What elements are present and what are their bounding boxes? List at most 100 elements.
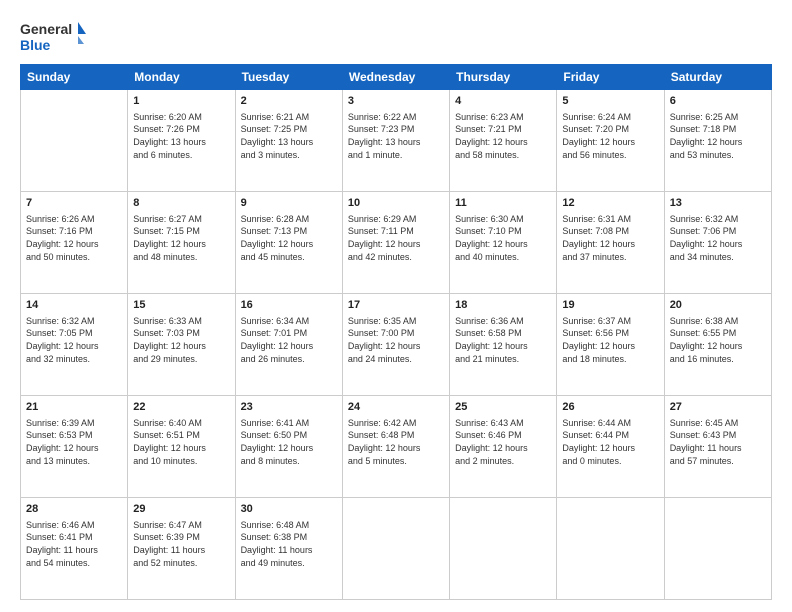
calendar-cell: 25Sunrise: 6:43 AMSunset: 6:46 PMDayligh… <box>450 396 557 498</box>
calendar-cell: 7Sunrise: 6:26 AMSunset: 7:16 PMDaylight… <box>21 192 128 294</box>
day-number: 19 <box>562 298 658 313</box>
cell-info-line: and 0 minutes. <box>562 455 658 468</box>
cell-info-line: and 57 minutes. <box>670 455 766 468</box>
cell-info-line: Daylight: 12 hours <box>562 238 658 251</box>
cell-info-line: and 29 minutes. <box>133 353 229 366</box>
cell-info-line: Sunset: 7:03 PM <box>133 327 229 340</box>
calendar-cell: 30Sunrise: 6:48 AMSunset: 6:38 PMDayligh… <box>235 498 342 600</box>
day-number: 5 <box>562 94 658 109</box>
calendar-cell: 19Sunrise: 6:37 AMSunset: 6:56 PMDayligh… <box>557 294 664 396</box>
cell-info-line: Sunrise: 6:26 AM <box>26 213 122 226</box>
day-number: 6 <box>670 94 766 109</box>
cell-info-line: Daylight: 12 hours <box>670 238 766 251</box>
calendar-cell: 1Sunrise: 6:20 AMSunset: 7:26 PMDaylight… <box>128 90 235 192</box>
cell-info-line: Sunrise: 6:43 AM <box>455 417 551 430</box>
calendar-cell: 29Sunrise: 6:47 AMSunset: 6:39 PMDayligh… <box>128 498 235 600</box>
calendar-cell: 14Sunrise: 6:32 AMSunset: 7:05 PMDayligh… <box>21 294 128 396</box>
cell-info-line: and 16 minutes. <box>670 353 766 366</box>
cell-info-line: Sunset: 7:23 PM <box>348 123 444 136</box>
cell-info-line: Daylight: 12 hours <box>26 238 122 251</box>
cell-info-line: Sunrise: 6:32 AM <box>670 213 766 226</box>
day-number: 16 <box>241 298 337 313</box>
day-number: 9 <box>241 196 337 211</box>
cell-info-line: Sunset: 7:13 PM <box>241 225 337 238</box>
cell-info-line: and 49 minutes. <box>241 557 337 570</box>
calendar-cell: 15 Sunrise: 6:33 AMSunset: 7:03 PMDayligh… <box>128 294 235 396</box>
cell-info-line: and 21 minutes. <box>455 353 551 366</box>
day-number: 4 <box>455 94 551 109</box>
cell-info-line: Daylight: 12 hours <box>562 136 658 149</box>
calendar-cell: 17Sunrise: 6:35 AMSunset: 7:00 PMDayligh… <box>342 294 449 396</box>
day-number: 28 <box>26 502 122 517</box>
cell-info-line: and 3 minutes. <box>241 149 337 162</box>
cell-info-line: Daylight: 12 hours <box>26 442 122 455</box>
cell-info-line: Sunrise: 6:20 AM <box>133 111 229 124</box>
cell-info-line: Sunset: 6:46 PM <box>455 429 551 442</box>
day-number: 10 <box>348 196 444 211</box>
cell-info-line: Sunset: 7:11 PM <box>348 225 444 238</box>
cell-info-line: Sunset: 7:21 PM <box>455 123 551 136</box>
cell-info-line: Daylight: 13 hours <box>348 136 444 149</box>
cell-info-line: Sunrise: 6:30 AM <box>455 213 551 226</box>
cell-info-line: Sunset: 7:16 PM <box>26 225 122 238</box>
cell-info-line: and 13 minutes. <box>26 455 122 468</box>
cell-info-line: and 40 minutes. <box>455 251 551 264</box>
cell-info-line: Daylight: 12 hours <box>133 340 229 353</box>
cell-info-line: and 56 minutes. <box>562 149 658 162</box>
calendar-cell: 10 Sunrise: 6:29 AMSunset: 7:11 PMDayligh… <box>342 192 449 294</box>
cell-info-line: Daylight: 12 hours <box>241 442 337 455</box>
cell-info-line: and 48 minutes. <box>133 251 229 264</box>
cell-info-line: Sunrise: 6:46 AM <box>26 519 122 532</box>
cell-info-line: Daylight: 11 hours <box>241 544 337 557</box>
day-number: 15 <box>133 298 229 313</box>
cell-info-line: Sunrise: 6:39 AM <box>26 417 122 430</box>
cell-info-line: Sunrise: 6:24 AM <box>562 111 658 124</box>
cell-info-line: Sunrise: 6:29 AM <box>348 213 444 226</box>
calendar-cell: 26Sunrise: 6:44 AMSunset: 6:44 PMDayligh… <box>557 396 664 498</box>
cell-info-line: Daylight: 13 hours <box>241 136 337 149</box>
cell-info-line: Daylight: 12 hours <box>348 238 444 251</box>
calendar-cell: 3Sunrise: 6:22 AMSunset: 7:23 PMDaylight… <box>342 90 449 192</box>
cell-info-line: Daylight: 12 hours <box>455 340 551 353</box>
calendar-cell: 8Sunrise: 6:27 AMSunset: 7:15 PMDaylight… <box>128 192 235 294</box>
cell-info-line: Daylight: 11 hours <box>26 544 122 557</box>
calendar-cell: 16Sunrise: 6:34 AMSunset: 7:01 PMDayligh… <box>235 294 342 396</box>
cell-info-line: Sunrise: 6:27 AM <box>133 213 229 226</box>
cell-info-line: and 42 minutes. <box>348 251 444 264</box>
cell-info-line: Sunrise: 6:33 AM <box>133 315 229 328</box>
day-number: 17 <box>348 298 444 313</box>
calendar-cell <box>664 498 771 600</box>
day-number: 23 <box>241 400 337 415</box>
calendar-table: SundayMondayTuesdayWednesdayThursdayFrid… <box>20 64 772 600</box>
cell-info-line: Daylight: 11 hours <box>133 544 229 557</box>
header: General Blue <box>20 16 772 56</box>
cell-info-line: Sunrise: 6:41 AM <box>241 417 337 430</box>
svg-text:General: General <box>20 21 72 37</box>
page: General Blue SundayMondayTuesdayWednesda… <box>0 0 792 612</box>
day-number: 21 <box>26 400 122 415</box>
day-number: 20 <box>670 298 766 313</box>
calendar-week-5: 28Sunrise: 6:46 AMSunset: 6:41 PMDayligh… <box>21 498 772 600</box>
cell-info-line: and 58 minutes. <box>455 149 551 162</box>
cell-info-line: Daylight: 12 hours <box>348 442 444 455</box>
cell-info-line: Sunrise: 6:48 AM <box>241 519 337 532</box>
day-number: 3 <box>348 94 444 109</box>
calendar-cell: 9Sunrise: 6:28 AMSunset: 7:13 PMDaylight… <box>235 192 342 294</box>
cell-info-line: Sunset: 6:58 PM <box>455 327 551 340</box>
day-number: 12 <box>562 196 658 211</box>
cell-info-line: Sunrise: 6:42 AM <box>348 417 444 430</box>
logo: General Blue <box>20 16 90 56</box>
cell-info-line: Daylight: 12 hours <box>133 442 229 455</box>
cell-info-line: and 24 minutes. <box>348 353 444 366</box>
cell-info-line: Daylight: 13 hours <box>133 136 229 149</box>
day-number: 29 <box>133 502 229 517</box>
cell-info-line: Sunset: 7:00 PM <box>348 327 444 340</box>
cell-info-line: Daylight: 11 hours <box>670 442 766 455</box>
cell-info-line: and 2 minutes. <box>455 455 551 468</box>
calendar-cell: 28Sunrise: 6:46 AMSunset: 6:41 PMDayligh… <box>21 498 128 600</box>
day-number: 13 <box>670 196 766 211</box>
day-number: 26 <box>562 400 658 415</box>
cell-info-line: Daylight: 12 hours <box>241 340 337 353</box>
day-number: 14 <box>26 298 122 313</box>
calendar-cell: 4Sunrise: 6:23 AMSunset: 7:21 PMDaylight… <box>450 90 557 192</box>
